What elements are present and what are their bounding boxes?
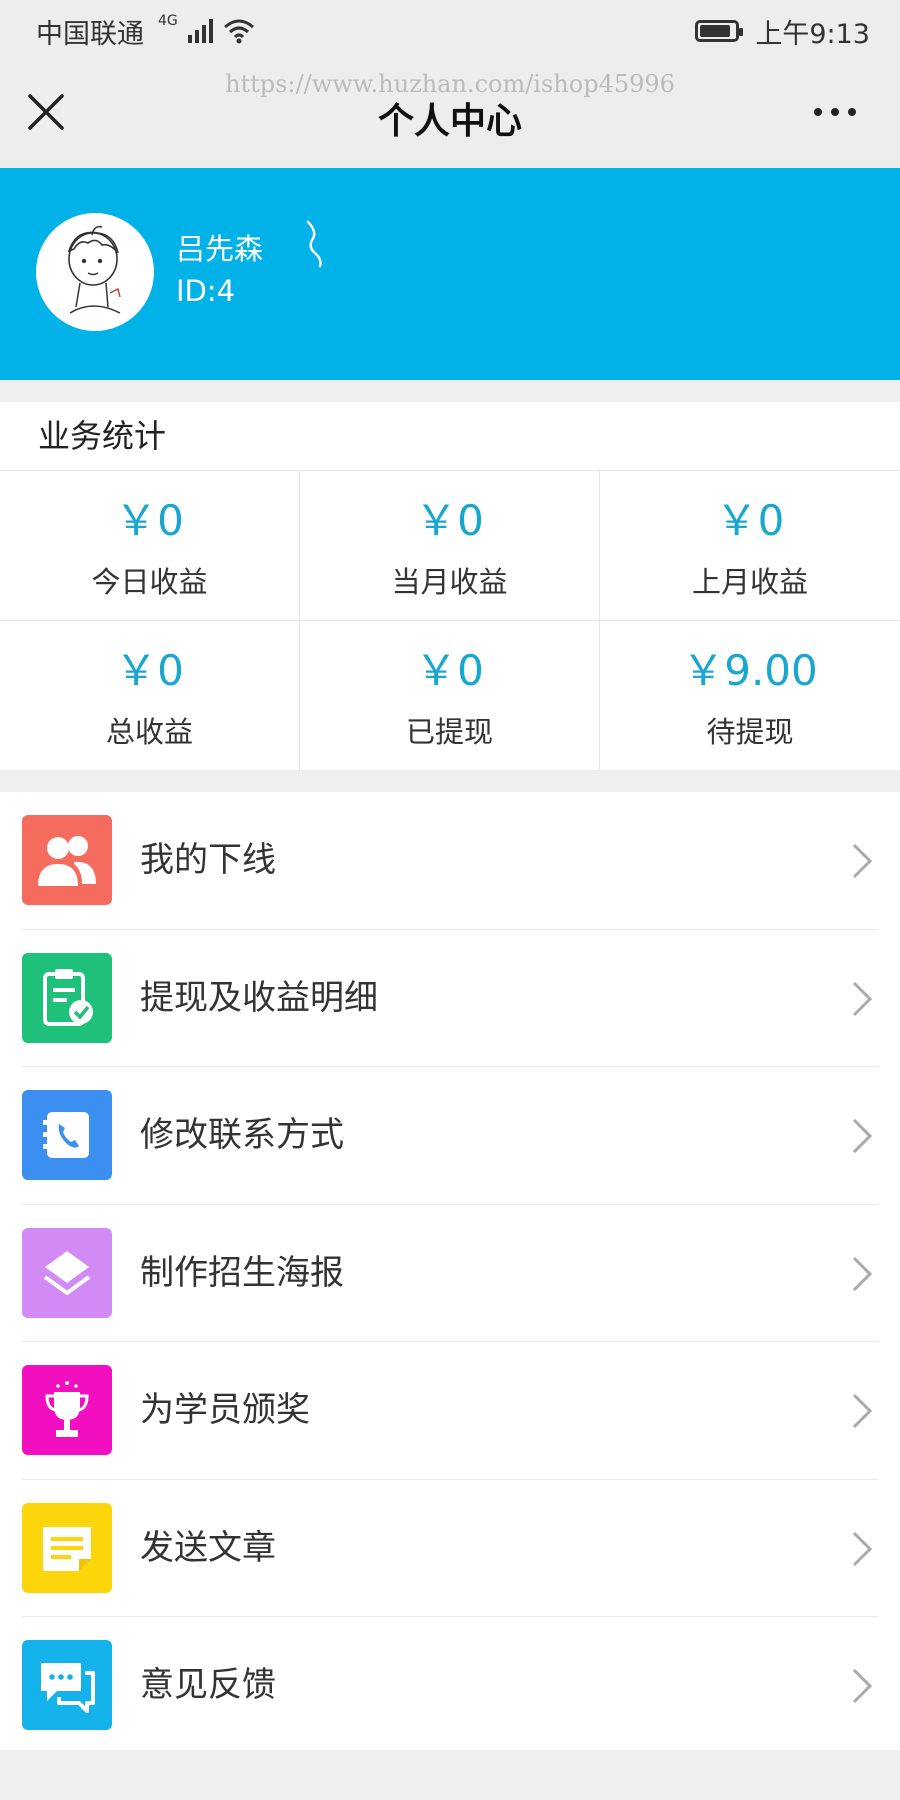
menu-label: 提现及收益明细 xyxy=(140,977,378,1018)
chevron-right-icon xyxy=(852,843,873,879)
status-left: 中国联通 4G xyxy=(36,12,255,51)
menu-label: 我的下线 xyxy=(140,840,276,880)
user-name: 吕先森 xyxy=(176,232,264,266)
stats-grid: ￥0 今日收益 ￥0 当月收益 ￥0 上月收益 ￥0 总收益 ￥0 已提现 ￥9… xyxy=(0,471,900,771)
menu-item-award-students[interactable]: 为学员颁奖 xyxy=(0,1342,900,1480)
trophy-icon xyxy=(22,1365,112,1455)
document-icon xyxy=(22,1502,112,1593)
nav-bar: https://www.huzhan.com/ishop45996 个人中心 xyxy=(0,62,900,168)
stat-withdrawn: ￥0 已提现 xyxy=(300,621,600,771)
chevron-right-icon xyxy=(852,1118,873,1154)
chevron-right-icon xyxy=(852,1256,873,1291)
stat-value: ￥0 xyxy=(415,646,484,695)
stat-label: 待提现 xyxy=(706,715,794,749)
phone-book-icon xyxy=(22,1090,112,1180)
menu-label: 为学员颁奖 xyxy=(140,1390,310,1430)
chevron-right-icon xyxy=(852,1668,873,1704)
chevron-right-icon xyxy=(852,1393,873,1429)
stat-value: ￥0 xyxy=(115,646,184,695)
stat-value: ￥9.00 xyxy=(682,646,818,695)
menu-item-feedback[interactable]: 意见反馈 xyxy=(0,1617,900,1755)
battery-icon xyxy=(695,20,744,42)
chevron-right-icon xyxy=(852,981,873,1016)
menu-label: 意见反馈 xyxy=(140,1665,276,1705)
user-id: ID:4 xyxy=(176,274,236,308)
stat-value: ￥0 xyxy=(415,496,484,545)
stat-today-income: ￥0 今日收益 xyxy=(0,471,300,621)
menu-item-withdrawal-details[interactable]: 提现及收益明细 xyxy=(0,930,900,1068)
layers-icon xyxy=(22,1227,112,1318)
menu-label: 修改联系方式 xyxy=(140,1115,344,1155)
page-title: 个人中心 xyxy=(377,101,522,142)
more-icon[interactable] xyxy=(810,94,860,130)
signal-icon xyxy=(187,19,213,43)
wifi-icon xyxy=(223,19,254,44)
menu-item-send-article[interactable]: 发送文章 xyxy=(0,1480,900,1618)
stat-value: ￥0 xyxy=(715,496,785,545)
stat-last-month-income: ￥0 上月收益 xyxy=(600,471,900,621)
business-stats-card: 业务统计 ￥0 今日收益 ￥0 当月收益 ￥0 上月收益 ￥0 总收益 ￥0 已… xyxy=(0,402,900,771)
chevron-right-icon xyxy=(852,1531,873,1566)
status-right: 上午9:13 xyxy=(695,12,870,51)
menu-item-my-downline[interactable]: 我的下线 xyxy=(0,792,900,930)
clock: 上午9:13 xyxy=(755,18,870,50)
stat-value: ￥0 xyxy=(115,496,184,545)
stat-label: 今日收益 xyxy=(91,565,208,599)
stat-label: 上月收益 xyxy=(691,565,808,599)
stat-label: 已提现 xyxy=(405,715,493,749)
stats-title: 业务统计 xyxy=(0,402,900,471)
profile-header: 吕先森 ID:4 xyxy=(0,168,900,380)
menu-item-edit-contact[interactable]: 修改联系方式 xyxy=(0,1067,900,1205)
stat-month-income: ￥0 当月收益 xyxy=(300,471,600,621)
clipboard-check-icon xyxy=(22,952,112,1043)
chat-icon xyxy=(22,1640,112,1730)
squiggle-icon xyxy=(306,220,322,268)
avatar[interactable] xyxy=(36,213,154,331)
stat-label: 当月收益 xyxy=(391,565,508,599)
users-icon xyxy=(22,815,112,905)
menu-list: 我的下线 提现及收益明细 修改联系方式 制作招生海报 为学员颁奖 发送文章 意见… xyxy=(0,792,900,1750)
stat-total-income: ￥0 总收益 xyxy=(0,621,300,771)
menu-label: 发送文章 xyxy=(140,1527,276,1568)
menu-label: 制作招生海报 xyxy=(140,1252,344,1293)
menu-item-make-poster[interactable]: 制作招生海报 xyxy=(0,1205,900,1343)
avatar-sketch-icon xyxy=(67,225,121,314)
stat-label: 总收益 xyxy=(105,715,193,749)
network-type: 4G xyxy=(158,13,178,29)
status-bar: 中国联通 4G 上午9:13 xyxy=(0,0,900,62)
carrier-label: 中国联通 xyxy=(36,18,144,50)
stat-pending-withdrawal: ￥9.00 待提现 xyxy=(600,621,900,771)
